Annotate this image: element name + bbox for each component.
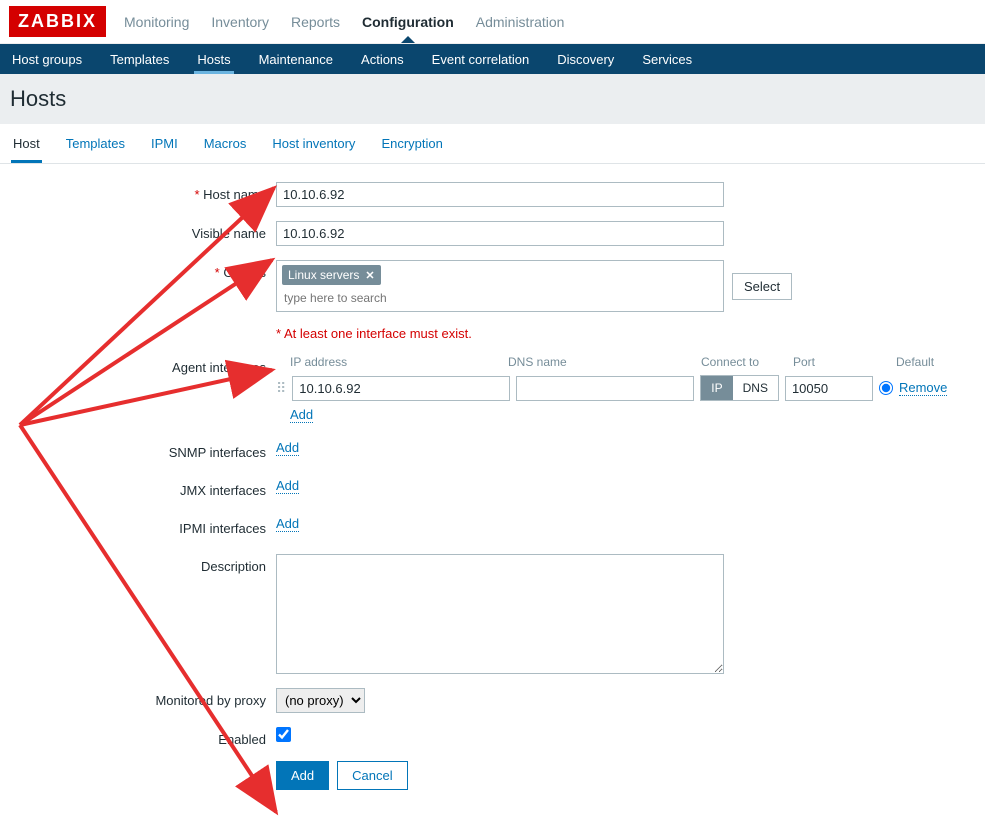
add-button[interactable]: Add [276,761,329,790]
tab-encryption[interactable]: Encryption [379,124,444,163]
col-ip: IP address [276,355,508,369]
visible-name-input[interactable] [276,221,724,246]
visible-name-label: Visible name [11,221,276,241]
agent-ip-input[interactable] [292,376,510,401]
enabled-checkbox[interactable] [276,727,291,742]
agent-default-radio[interactable] [879,381,893,395]
tab-host[interactable]: Host [11,124,42,163]
jmx-interfaces-label: JMX interfaces [11,478,276,498]
snmp-add-link[interactable]: Add [276,440,299,456]
jmx-add-link[interactable]: Add [276,478,299,494]
sub-nav: Host groups Templates Hosts Maintenance … [0,44,985,74]
groups-label: * Groups [11,260,276,280]
col-dns: DNS name [508,355,701,369]
tab-host-inventory[interactable]: Host inventory [270,124,357,163]
subnav-services[interactable]: Services [639,45,695,74]
page-title: Hosts [10,86,975,112]
top-nav: Monitoring Inventory Reports Configurati… [124,2,564,42]
cancel-button[interactable]: Cancel [337,761,407,790]
connect-to-toggle[interactable]: IP DNS [700,375,779,401]
nav-monitoring[interactable]: Monitoring [124,2,189,42]
agent-port-input[interactable] [785,376,873,401]
logo: ZABBIX [9,6,106,37]
monitored-by-proxy-label: Monitored by proxy [11,688,276,708]
subnav-event-correlation[interactable]: Event correlation [429,45,533,74]
subnav-hosts[interactable]: Hosts [194,45,233,74]
agent-dns-input[interactable] [516,376,694,401]
subnav-host-groups[interactable]: Host groups [9,45,85,74]
page-header: Hosts [0,74,985,124]
agent-add-link[interactable]: Add [290,407,313,423]
col-connect-to: Connect to [701,355,793,369]
subnav-discovery[interactable]: Discovery [554,45,617,74]
agent-interface-row: ⠿ IP DNS Remove [276,375,966,401]
host-name-label: * Host name [11,182,276,202]
interface-header: IP address DNS name Connect to Port Defa… [276,355,966,369]
drag-handle-icon[interactable]: ⠿ [276,380,286,397]
group-tag: Linux servers ✕ [282,265,381,285]
subnav-actions[interactable]: Actions [358,45,407,74]
proxy-select[interactable]: (no proxy) [276,688,365,713]
enabled-label: Enabled [11,727,276,747]
nav-configuration[interactable]: Configuration [362,2,454,42]
ipmi-interfaces-label: IPMI interfaces [11,516,276,536]
host-name-input[interactable] [276,182,724,207]
tab-ipmi[interactable]: IPMI [149,124,180,163]
snmp-interfaces-label: SNMP interfaces [11,440,276,460]
ipmi-add-link[interactable]: Add [276,516,299,532]
nav-inventory[interactable]: Inventory [211,2,269,42]
nav-reports[interactable]: Reports [291,2,340,42]
host-form: * Host name Visible name * Groups Linux … [0,164,985,822]
tab-macros[interactable]: Macros [202,124,249,163]
agent-remove-link[interactable]: Remove [899,380,947,396]
toggle-dns[interactable]: DNS [733,376,778,400]
description-label: Description [11,554,276,574]
subnav-templates[interactable]: Templates [107,45,172,74]
tab-templates[interactable]: Templates [64,124,127,163]
agent-interfaces-label: Agent interfaces [11,355,276,375]
col-default: Default [896,355,966,369]
group-tag-remove-icon[interactable]: ✕ [365,269,374,282]
toggle-ip[interactable]: IP [701,376,732,400]
nav-administration[interactable]: Administration [476,2,565,42]
form-tabs: Host Templates IPMI Macros Host inventor… [0,124,985,164]
group-tag-label: Linux servers [288,268,359,282]
interface-required-note: * At least one interface must exist. [276,326,472,341]
groups-multiselect[interactable]: Linux servers ✕ [276,260,724,312]
groups-search-input[interactable] [282,288,532,311]
col-port: Port [793,355,896,369]
description-textarea[interactable] [276,554,724,674]
subnav-maintenance[interactable]: Maintenance [256,45,336,74]
groups-select-button[interactable]: Select [732,273,792,300]
